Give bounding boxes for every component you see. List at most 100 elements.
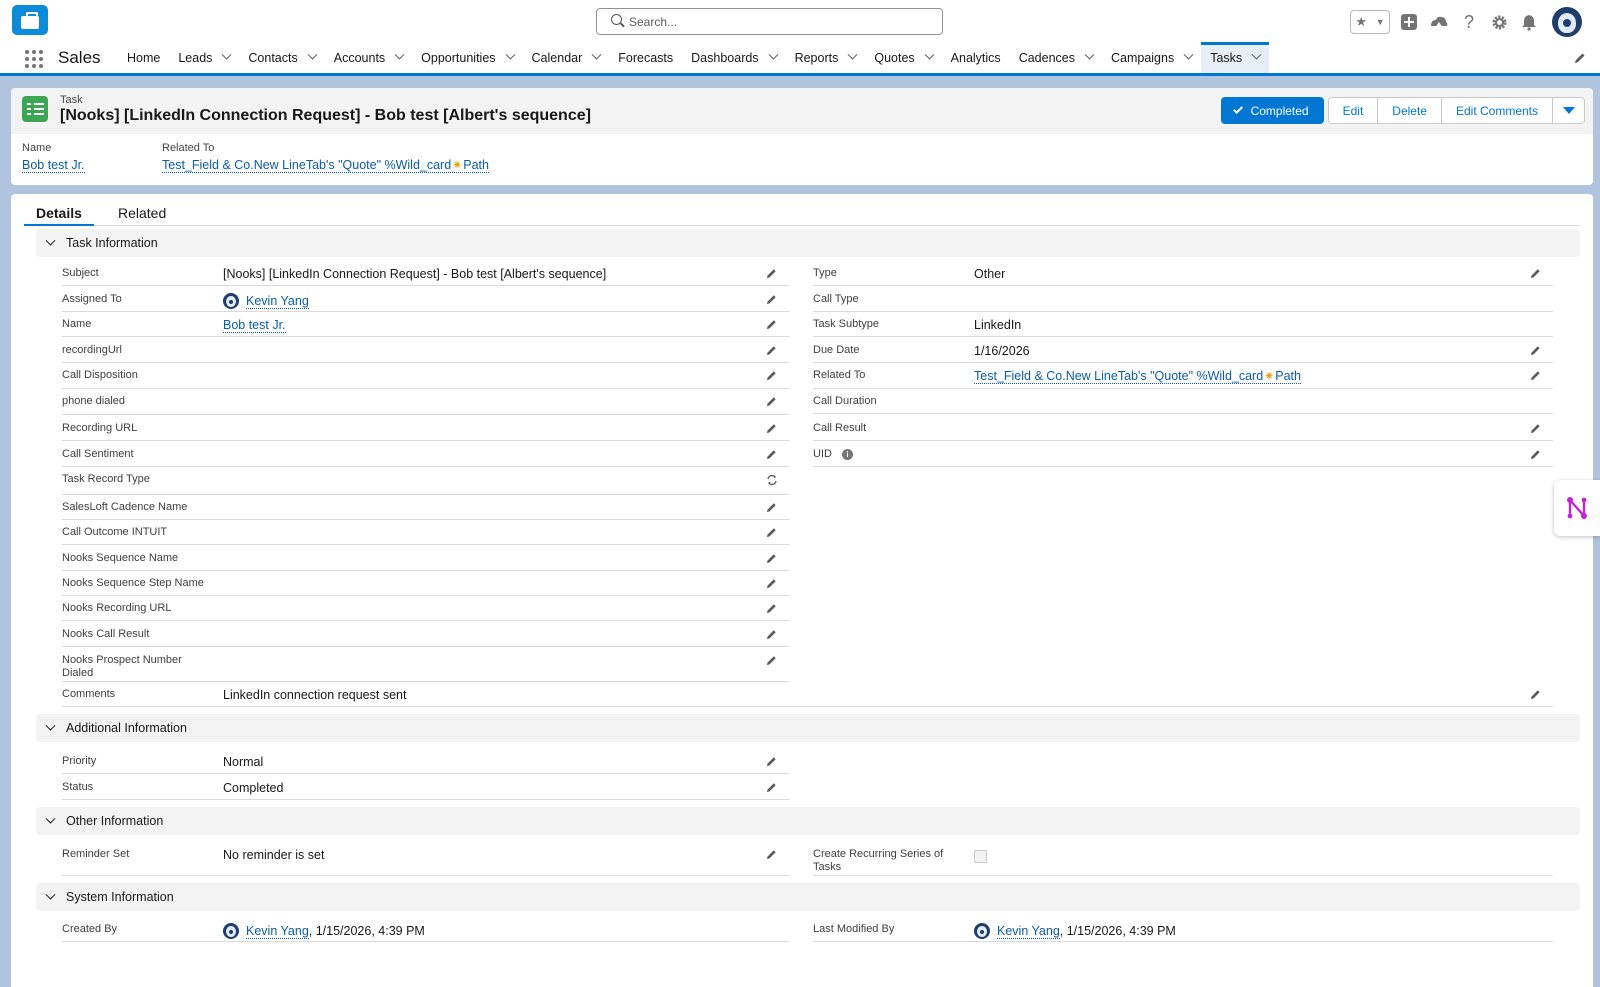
edit-pencil-icon[interactable]: [766, 655, 777, 666]
chevron-down-icon[interactable]: [1084, 49, 1095, 60]
chevron-down-icon[interactable]: [505, 49, 515, 60]
chevron-down-icon[interactable]: [221, 49, 232, 60]
chevron-down-icon[interactable]: [1251, 49, 1262, 60]
edit-pencil-icon[interactable]: [766, 396, 777, 407]
edit-pencil-icon[interactable]: [766, 849, 777, 860]
chevron-down-icon[interactable]: [394, 49, 405, 60]
nav-item-quotes[interactable]: Quotes: [865, 42, 941, 73]
user-avatar[interactable]: [1552, 7, 1582, 37]
info-icon[interactable]: i: [841, 448, 853, 460]
field-label: Nooks Call Result: [62, 628, 150, 640]
edit-pencil-icon[interactable]: [766, 578, 777, 589]
nav-item-cadences[interactable]: Cadences: [1010, 42, 1102, 73]
change-record-type-icon[interactable]: [766, 474, 777, 486]
edit-pencil-icon[interactable]: [766, 782, 777, 793]
edit-pencil-icon[interactable]: [1530, 268, 1541, 279]
setup-gear-icon[interactable]: [1488, 11, 1510, 33]
nav-item-dashboards[interactable]: Dashboards: [682, 42, 785, 73]
field-row-uid: UID i: [813, 441, 1553, 467]
tab-details[interactable]: Details: [24, 200, 94, 226]
field-row-call-outcome-intuit: Call Outcome INTUIT: [62, 519, 789, 545]
help-icon[interactable]: ?: [1458, 11, 1480, 33]
edit-pencil-icon[interactable]: [766, 268, 777, 279]
tab-related[interactable]: Related: [106, 200, 178, 226]
app-launcher-icon[interactable]: [25, 50, 43, 68]
delete-button[interactable]: Delete: [1378, 98, 1442, 123]
chevron-down-icon[interactable]: [307, 49, 318, 60]
notifications-bell-icon[interactable]: [1518, 11, 1540, 33]
edit-button[interactable]: Edit: [1328, 98, 1379, 123]
recurring-checkbox[interactable]: [974, 850, 987, 863]
edit-pencil-icon[interactable]: [766, 527, 777, 538]
field-row-subject: Subject [Nooks] [LinkedIn Connection Requ…: [62, 260, 789, 286]
edit-nav-pencil-icon[interactable]: [1574, 52, 1586, 64]
field-value-wrap: Test_Field & Co.New LineTab's "Quote" %W…: [974, 369, 1301, 384]
name-link[interactable]: Bob test Jr.: [223, 318, 286, 333]
nav-item-home[interactable]: Home: [118, 42, 169, 73]
field-row-call-sentiment: Call Sentiment: [62, 441, 789, 467]
favorites-button[interactable]: ★ ▼: [1350, 10, 1390, 34]
nav-item-contacts[interactable]: Contacts: [239, 42, 324, 73]
section-system-information[interactable]: System Information: [36, 883, 1580, 911]
edit-pencil-icon[interactable]: [1530, 689, 1541, 700]
edit-pencil-icon[interactable]: [1530, 370, 1541, 381]
edit-pencil-icon[interactable]: [766, 345, 777, 356]
section-additional-information[interactable]: Additional Information: [36, 714, 1580, 742]
nav-item-forecasts[interactable]: Forecasts: [609, 42, 682, 73]
edit-pencil-icon[interactable]: [766, 370, 777, 381]
section-other-information[interactable]: Other Information: [36, 807, 1580, 835]
edit-pencil-icon[interactable]: [1530, 345, 1541, 356]
edit-pencil-icon[interactable]: [766, 603, 777, 614]
nav-item-opportunities[interactable]: Opportunities: [412, 42, 522, 73]
chevron-down-icon[interactable]: [1183, 49, 1194, 60]
edit-pencil-icon[interactable]: [766, 553, 777, 564]
favorites-dropdown-icon[interactable]: ▼: [1376, 17, 1385, 27]
search-input[interactable]: [629, 11, 929, 32]
nav-item-reports[interactable]: Reports: [786, 42, 866, 73]
assigned-to-link[interactable]: Kevin Yang: [246, 294, 309, 309]
highlight-name-field: Name Bob test Jr.: [22, 142, 85, 173]
edit-pencil-icon[interactable]: [766, 423, 777, 434]
modified-by-user-link[interactable]: Kevin Yang: [997, 924, 1060, 939]
field-row-nooks-recording-url: Nooks Recording URL: [62, 595, 789, 621]
nav-item-analytics[interactable]: Analytics: [942, 42, 1010, 73]
edit-pencil-icon[interactable]: [766, 449, 777, 460]
nooks-widget-icon[interactable]: [1554, 480, 1600, 536]
edit-pencil-icon[interactable]: [1530, 449, 1541, 460]
org-logo-icon[interactable]: [12, 5, 48, 35]
created-by-user-link[interactable]: Kevin Yang: [246, 924, 309, 939]
edit-pencil-icon[interactable]: [766, 502, 777, 513]
trailhead-icon[interactable]: [1428, 11, 1450, 33]
nav-item-leads[interactable]: Leads: [169, 42, 239, 73]
nav-item-tasks[interactable]: Tasks: [1201, 42, 1270, 73]
edit-comments-button[interactable]: Edit Comments: [1441, 98, 1553, 123]
edit-pencil-icon[interactable]: [766, 756, 777, 767]
nav-item-calendar[interactable]: Calendar: [523, 42, 610, 73]
add-icon[interactable]: [1398, 11, 1420, 33]
field-value: LinkedIn: [974, 318, 1022, 332]
related-to-link[interactable]: Test_Field & Co.New LineTab's "Quote" %W…: [974, 369, 1301, 384]
highlight-related-field: Related To Test_Field & Co.New LineTab's…: [162, 142, 489, 173]
chevron-down-icon[interactable]: [591, 49, 602, 60]
chevron-down-icon: [1562, 107, 1575, 114]
section-task-information[interactable]: Task Information: [36, 229, 1580, 257]
field-row-related-to: Related To Test_Field & Co.New LineTab's …: [813, 362, 1553, 389]
edit-pencil-icon[interactable]: [1530, 423, 1541, 434]
completed-button[interactable]: Completed: [1220, 97, 1324, 124]
chevron-down-icon[interactable]: [847, 49, 858, 60]
chevron-down-icon[interactable]: [768, 49, 779, 60]
global-search[interactable]: [596, 8, 943, 35]
highlight-related-link[interactable]: Test_Field & Co.New LineTab's "Quote" %W…: [162, 158, 489, 173]
chevron-down-icon[interactable]: [924, 49, 935, 60]
field-label: Task Record Type: [62, 473, 150, 485]
edit-pencil-icon[interactable]: [766, 319, 777, 330]
more-actions-button[interactable]: [1553, 98, 1584, 123]
edit-pencil-icon[interactable]: [766, 629, 777, 640]
field-label: UID i: [813, 448, 963, 461]
edit-pencil-icon[interactable]: [766, 294, 777, 305]
field-label: Nooks Sequence Step Name: [62, 577, 204, 589]
nav-item-accounts[interactable]: Accounts: [325, 42, 412, 73]
highlight-name-link[interactable]: Bob test Jr.: [22, 158, 85, 173]
favorites-star-icon[interactable]: ★: [1355, 14, 1367, 30]
nav-item-campaigns[interactable]: Campaigns: [1102, 42, 1201, 73]
